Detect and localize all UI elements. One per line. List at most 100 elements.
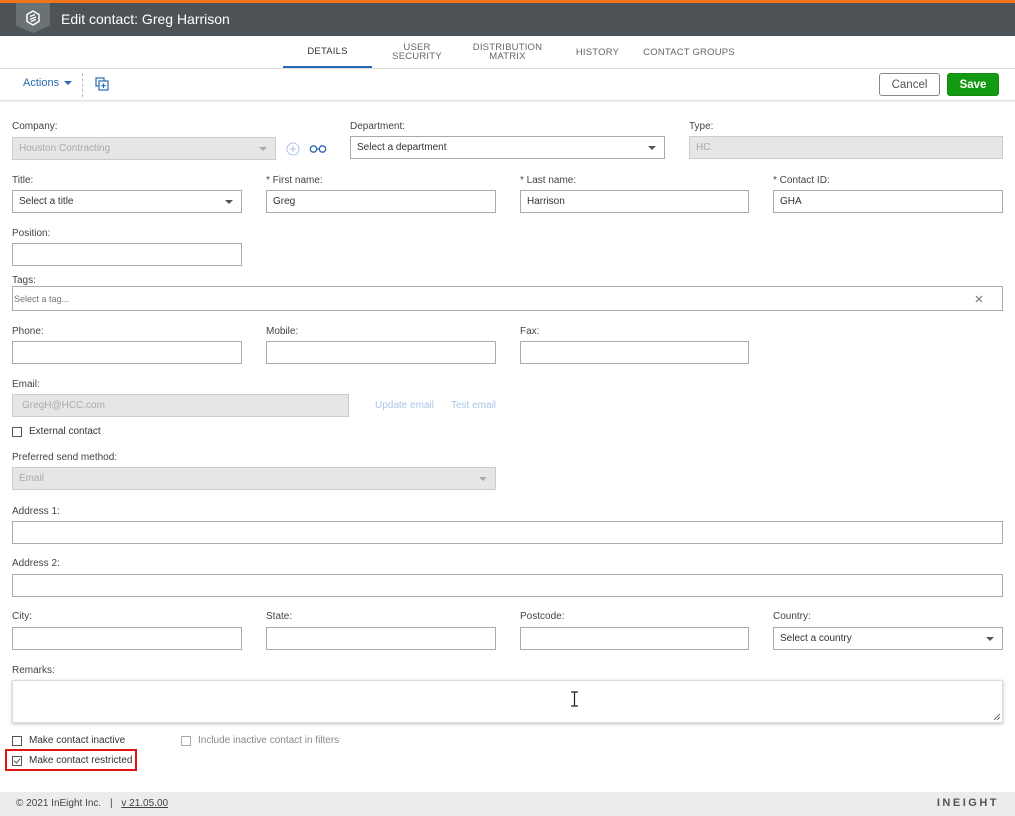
tab-distribution-matrix[interactable]: DISTRIBUTION MATRIX [470, 36, 545, 68]
address2-input[interactable] [19, 580, 996, 591]
title-bar: Edit contact: Greg Harrison [0, 3, 1015, 36]
checkbox-box-checked[interactable] [12, 755, 22, 766]
title-value: Select a title [19, 196, 74, 207]
first-name-field[interactable] [266, 190, 496, 213]
remarks-label: Remarks: [12, 665, 55, 676]
tab-user-security[interactable]: USER SECURITY [378, 36, 456, 68]
company-select: Houston Contracting [12, 137, 276, 160]
checkbox-box[interactable] [12, 426, 22, 437]
state-input[interactable] [273, 633, 489, 644]
page-title: Edit contact: Greg Harrison [61, 11, 230, 27]
ineight-logo-icon [16, 3, 50, 33]
chevron-down-icon [259, 147, 267, 151]
footer-copyright: © 2021 InEight Inc. | v 21.05.00 [16, 798, 168, 809]
contact-id-field[interactable] [773, 190, 1003, 213]
fax-input[interactable] [527, 347, 742, 358]
first-name-label: * First name: [266, 175, 323, 186]
include-inactive-checkbox[interactable]: Include inactive contact in filters [181, 735, 339, 746]
department-select[interactable]: Select a department [350, 136, 665, 159]
duplicate-icon[interactable] [95, 77, 109, 91]
type-label: Type: [689, 121, 714, 132]
state-label: State: [266, 611, 293, 622]
clear-icon[interactable] [975, 295, 983, 303]
department-value: Select a department [357, 142, 447, 153]
address2-label: Address 2: [12, 558, 60, 569]
title-label: Title: [12, 175, 34, 186]
chevron-down-icon [225, 200, 233, 204]
toolbar: Actions Cancel Save [0, 69, 1015, 101]
last-name-field[interactable] [520, 190, 749, 213]
company-label: Company: [12, 121, 58, 132]
remarks-textarea[interactable] [12, 680, 1003, 723]
chevron-down-icon [986, 637, 994, 641]
update-email-link[interactable]: Update email [375, 400, 434, 411]
checkbox-box[interactable] [12, 735, 22, 746]
last-name-input[interactable] [527, 196, 742, 207]
state-field[interactable] [266, 627, 496, 650]
view-company-icon[interactable] [309, 143, 327, 155]
tags-input[interactable] [14, 293, 996, 304]
position-input[interactable] [19, 249, 235, 260]
make-restricted-checkbox[interactable]: Make contact restricted [12, 755, 132, 766]
department-label: Department: [350, 121, 406, 132]
external-contact-label: External contact [29, 426, 101, 437]
country-select[interactable]: Select a country [773, 627, 1003, 650]
country-label: Country: [773, 611, 811, 622]
address1-input[interactable] [19, 527, 996, 538]
first-name-input[interactable] [273, 196, 489, 207]
phone-input[interactable] [19, 347, 235, 358]
copyright-text: © 2021 InEight Inc. [16, 798, 102, 809]
chevron-down-icon [648, 146, 656, 150]
phone-label: Phone: [12, 326, 44, 337]
logo-glyph [26, 10, 40, 26]
checkbox-box[interactable] [181, 735, 191, 746]
external-contact-checkbox[interactable]: External contact [12, 426, 101, 437]
actions-label: Actions [23, 77, 60, 89]
type-value: HC [696, 142, 711, 153]
position-label: Position: [12, 228, 51, 239]
make-inactive-checkbox[interactable]: Make contact inactive [12, 735, 125, 746]
mobile-field[interactable] [266, 341, 496, 364]
brand-logo: INEIGHT [936, 797, 999, 809]
company-value: Houston Contracting [19, 143, 111, 154]
make-restricted-label: Make contact restricted [29, 755, 133, 766]
phone-field[interactable] [12, 341, 242, 364]
cancel-button[interactable]: Cancel [879, 73, 940, 96]
test-email-link[interactable]: Test email [451, 400, 496, 411]
email-label: Email: [12, 379, 40, 390]
tags-field[interactable] [12, 286, 1003, 311]
city-input[interactable] [19, 633, 235, 644]
contact-id-label: * Contact ID: [773, 175, 830, 186]
postcode-field[interactable] [520, 627, 749, 650]
resize-handle-icon[interactable] [993, 713, 1000, 720]
tab-contact-groups[interactable]: CONTACT GROUPS [640, 36, 738, 68]
contact-id-input[interactable] [780, 196, 996, 207]
actions-menu[interactable]: Actions [23, 77, 73, 89]
address2-field[interactable] [12, 574, 1003, 597]
mobile-input[interactable] [273, 347, 489, 358]
send-method-select: Email [12, 467, 496, 490]
mobile-label: Mobile: [266, 326, 299, 337]
make-inactive-label: Make contact inactive [29, 735, 126, 746]
tab-details[interactable]: DETAILS [283, 36, 372, 68]
toolbar-divider [82, 73, 83, 97]
tab-history[interactable]: HISTORY [570, 36, 625, 68]
version-link[interactable]: v 21.05.00 [121, 798, 168, 809]
email-value: GregH@HCC.com [22, 400, 105, 411]
checkmark-icon [13, 755, 21, 764]
position-field[interactable] [12, 243, 242, 266]
fax-field[interactable] [520, 341, 749, 364]
city-field[interactable] [12, 627, 242, 650]
footer: © 2021 InEight Inc. | v 21.05.00 INEIGHT [0, 792, 1015, 816]
postcode-label: Postcode: [520, 611, 565, 622]
email-field: GregH@HCC.com [12, 394, 349, 417]
footer-separator: | [109, 798, 113, 809]
add-company-icon[interactable] [286, 142, 300, 156]
postcode-input[interactable] [527, 633, 742, 644]
save-button[interactable]: Save [947, 73, 999, 96]
title-select[interactable]: Select a title [12, 190, 242, 213]
chevron-down-icon [479, 477, 487, 481]
address1-field[interactable] [12, 521, 1003, 544]
city-label: City: [12, 611, 32, 622]
tags-label: Tags: [12, 275, 36, 286]
